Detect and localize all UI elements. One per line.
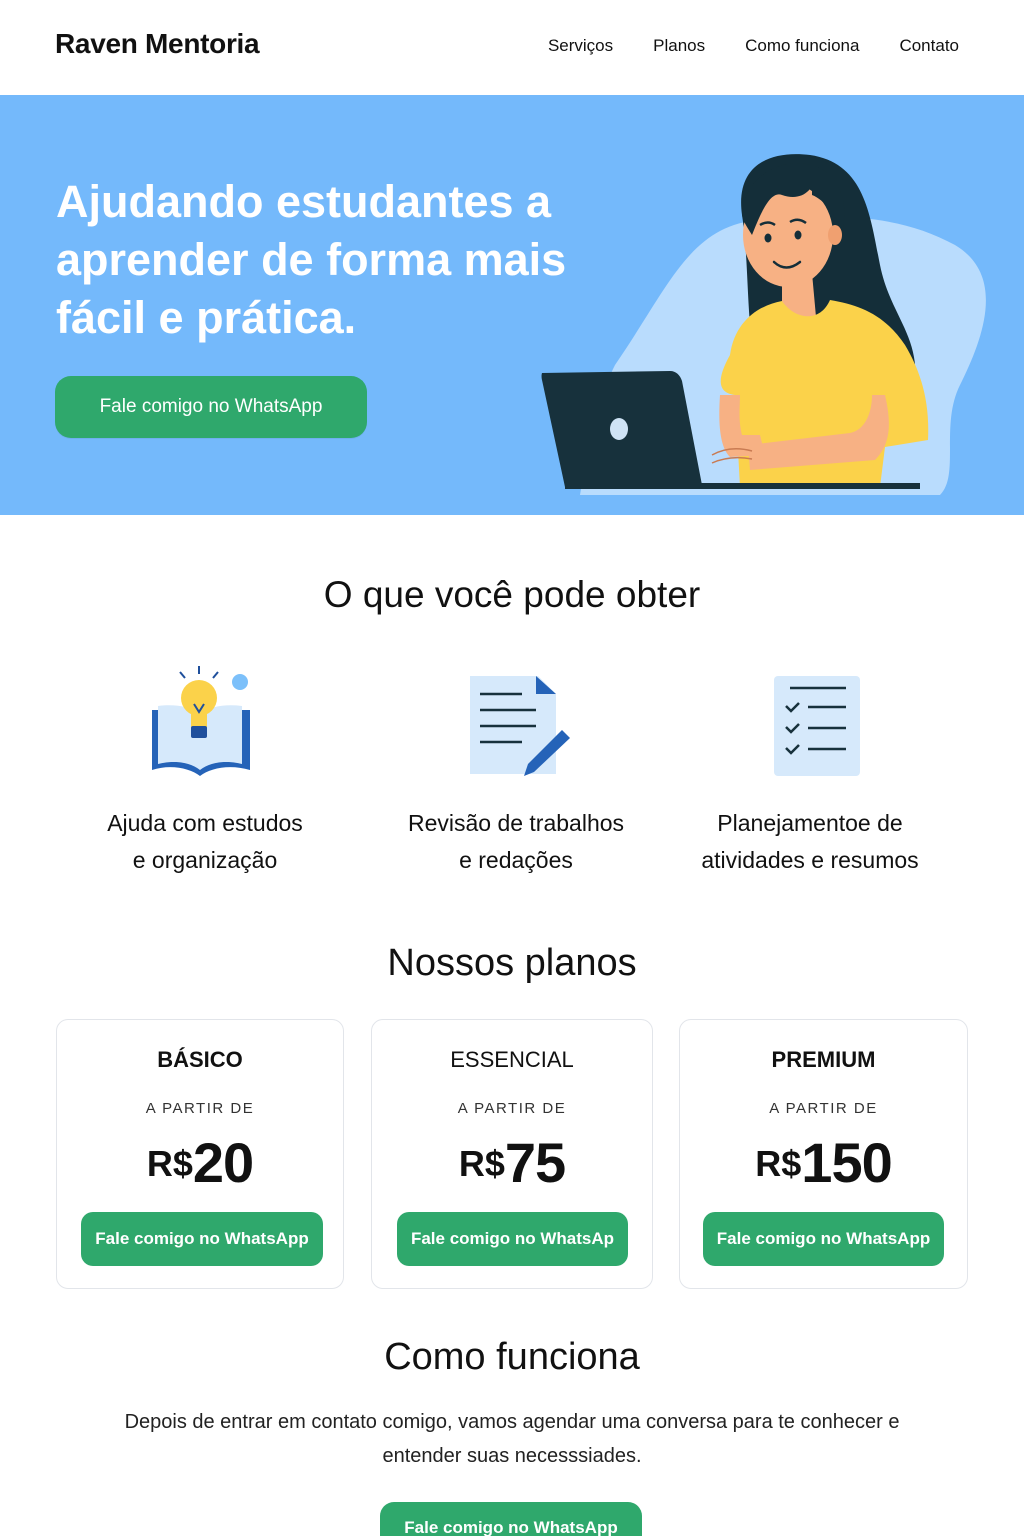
plan-from-label: A PARTIR DE [769, 1100, 878, 1117]
how-title: Como funciona [384, 1336, 640, 1378]
plan-amount: 150 [801, 1131, 892, 1194]
plan-name: PREMIUM [771, 1047, 876, 1072]
plan-whatsapp-button[interactable]: Fale comigo no WhatsAp [397, 1212, 628, 1266]
document-pencil-icon [470, 676, 570, 776]
plan-currency: R$ [146, 1143, 193, 1184]
feature-label-line1: Revisão de trabalhos [407, 810, 625, 836]
feature-label-line2: e redações [459, 847, 573, 873]
plan-from-label: A PARTIR DE [457, 1100, 567, 1117]
plan-card-essencial: ESSENCIAL A PARTIR DE R$75 Fale comigo n… [371, 1019, 653, 1289]
plan-amount: 20 [192, 1131, 254, 1194]
main-nav: Serviços Planos Como funciona Contato [548, 36, 959, 56]
plan-price: R$20 [57, 1130, 343, 1195]
plans-title: Nossos planos [387, 942, 637, 984]
nav-link-planos[interactable]: Planos [653, 36, 705, 56]
plan-price: R$150 [680, 1130, 967, 1195]
features-title: O que você pode obter [323, 574, 701, 615]
plan-name: ESSENCIAL [450, 1047, 574, 1072]
feature-label-line2: e organização [132, 847, 278, 873]
plan-whatsapp-button[interactable]: Fale comigo no WhatsApp [703, 1212, 944, 1266]
plan-amount: 75 [504, 1131, 566, 1194]
site-header: Raven Mentoria Serviços Planos Como func… [0, 0, 1024, 95]
feature-card-estudos: Ajuda com estudos e organização [55, 662, 355, 882]
how-description: Depois de entrar em contato comigo, vamo… [124, 1411, 900, 1467]
feature-label-line1: Planejamentoe de [717, 810, 903, 836]
how-whatsapp-button[interactable]: Fale comigo no WhatsApp [380, 1502, 642, 1536]
plan-card-basico: BÁSICO A PARTIR DE R$20 Fale comigo no W… [56, 1019, 344, 1289]
hero-whatsapp-button[interactable]: Fale comigo no WhatsApp [55, 376, 367, 438]
plan-whatsapp-button[interactable]: Fale comigo no WhatsApp [81, 1212, 323, 1266]
book-lightbulb-icon [152, 666, 250, 776]
hero-section: Ajudando estudantes a aprender de forma … [0, 95, 1024, 515]
nav-link-como-funciona[interactable]: Como funciona [745, 36, 859, 56]
plan-card-premium: PREMIUM A PARTIR DE R$150 Fale comigo no… [679, 1019, 968, 1289]
feature-label-line2: atividades e resumos [701, 847, 919, 873]
plan-price: R$75 [372, 1130, 652, 1195]
student-laptop-illustration [541, 154, 986, 495]
plan-currency: R$ [755, 1143, 802, 1184]
checklist-icon [774, 676, 860, 776]
feature-card-revisao: Revisão de trabalhos e redações [366, 662, 666, 882]
plan-from-label: A PARTIR DE [145, 1100, 255, 1117]
hero-title: Ajudando estudantes a aprender de forma … [56, 176, 567, 343]
plan-currency: R$ [458, 1143, 505, 1184]
nav-link-contato[interactable]: Contato [899, 36, 959, 56]
nav-link-servicos[interactable]: Serviços [548, 36, 613, 56]
feature-card-planejamento: Planejamentoe de atividades e resumos [660, 662, 960, 882]
feature-label-line1: Ajuda com estudos [107, 810, 303, 836]
plan-name: BÁSICO [157, 1047, 243, 1072]
brand-logo-text[interactable]: Raven Mentoria [55, 28, 260, 60]
